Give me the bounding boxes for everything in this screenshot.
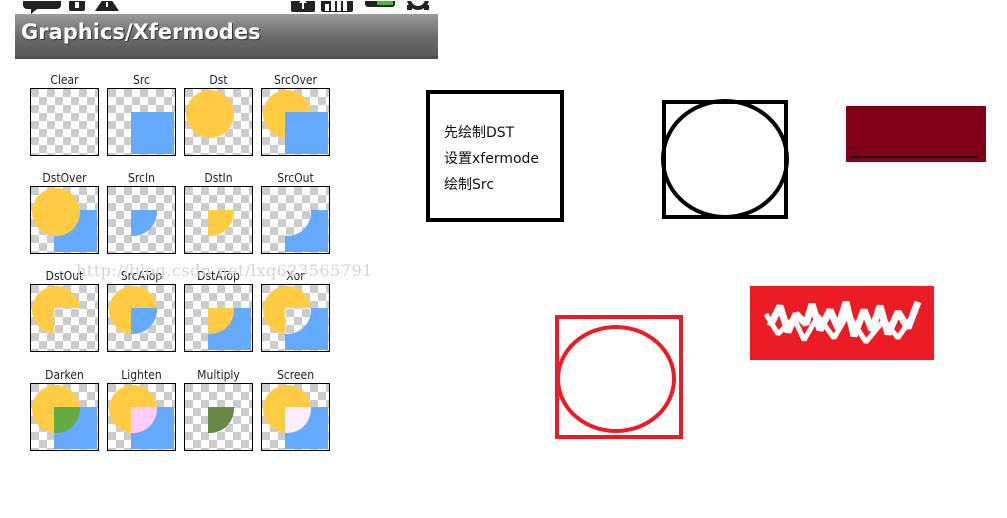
xfermode-label: Clear [50, 73, 79, 87]
xfermode-label: SrcOut [277, 171, 314, 185]
lock-icon [69, 0, 85, 11]
xfermode-preview [261, 383, 330, 451]
xfermode-cell-srcin: SrcIn [107, 170, 176, 254]
xfermode-cell-multiply: Multiply [184, 367, 253, 451]
xfermode-cell-lighten: Lighten [107, 367, 176, 451]
xfermode-cell-dst: Dst [184, 72, 253, 156]
xfermode-cell-dstover: DstOver [30, 170, 99, 254]
xfermode-label: SrcOver [274, 73, 317, 87]
xfermode-preview [184, 383, 253, 451]
signal-icon [321, 0, 353, 12]
xfermode-label: Src [133, 73, 150, 87]
xfermode-preview [184, 186, 253, 254]
xfermode-cell-xor: Xor [261, 268, 330, 352]
status-bar [15, 0, 438, 14]
warning-icon [95, 0, 119, 11]
chat-icon [23, 0, 61, 14]
watermark: http://blog.csdn.net/lxq623565791 [76, 261, 373, 280]
xfermode-preview [30, 88, 99, 156]
circle-in-square-black [661, 99, 789, 219]
xfermode-preview [30, 383, 99, 451]
xfermode-label: DstOver [42, 171, 87, 185]
xfermode-label: Screen [276, 368, 315, 382]
xfermode-cell-src: Src [107, 72, 176, 156]
xfermode-cell-dstatop: DstATop [184, 268, 253, 352]
xfermode-preview [261, 186, 330, 254]
xfermode-preview [107, 186, 176, 254]
xfermode-cell-dstout: DstOut [30, 268, 99, 352]
xfermode-preview [30, 186, 99, 254]
annotation-line-3: 绘制Src [444, 177, 495, 193]
xfermode-preview [30, 284, 99, 352]
annotation-line-2: 设置xfermode [444, 151, 540, 167]
xfermode-cell-screen: Screen [261, 367, 330, 451]
xfermode-cell-srcout: SrcOut [261, 170, 330, 254]
xfermode-cell-clear: Clear [30, 72, 99, 156]
battery-icon [365, 0, 395, 7]
annotation-line-1: 先绘制DST [444, 125, 515, 141]
app-title: Graphics/Xfermodes [21, 20, 261, 44]
xfermode-preview [261, 88, 330, 156]
xfermode-label: Multiply [197, 368, 240, 382]
xfermode-label: Darken [45, 368, 84, 382]
settings-icon [407, 0, 429, 10]
xfermode-preview [107, 383, 176, 451]
xfermode-preview [184, 88, 253, 156]
red-scribble-rectangle [750, 286, 934, 360]
xfermode-label: Dst [209, 73, 228, 87]
circle-in-square-red [555, 315, 683, 439]
dark-red-rectangle [846, 106, 986, 162]
xfermode-label: DstIn [204, 171, 233, 185]
xfermode-cell-srcover: SrcOver [261, 72, 330, 156]
xfermode-cell-srcatop: SrcATop [107, 268, 176, 352]
xfermode-preview [261, 284, 330, 352]
xfermode-label: Lighten [121, 368, 162, 382]
xfermode-cell-darken: Darken [30, 367, 99, 451]
title-bar: Graphics/Xfermodes [15, 14, 438, 59]
xfermode-preview [107, 284, 176, 352]
xfermode-preview [107, 88, 176, 156]
usb-icon [291, 0, 315, 12]
xfermode-label: SrcIn [128, 171, 155, 185]
xfermode-cell-dstin: DstIn [184, 170, 253, 254]
xfermode-preview [184, 284, 253, 352]
